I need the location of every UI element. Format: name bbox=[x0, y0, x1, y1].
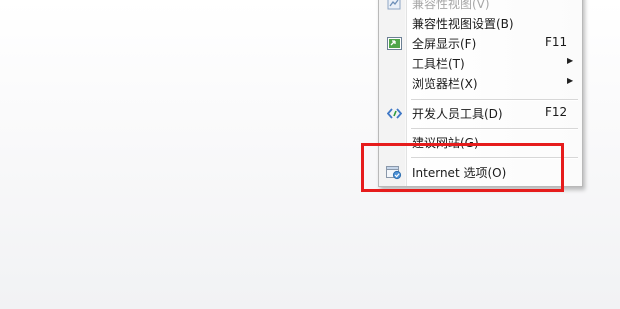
menu-separator bbox=[411, 128, 578, 130]
menu-separator bbox=[411, 99, 578, 101]
submenu-arrow-icon: ▶ bbox=[567, 76, 574, 85]
menu-item-explorer-bars[interactable]: 浏览器栏(X) ▶ bbox=[379, 73, 582, 93]
menu-item-label: 全屏显示(F) bbox=[412, 37, 477, 51]
menu-item-compatibility-view[interactable]: 兼容性视图(V) bbox=[379, 0, 582, 13]
menu-item-shortcut: F12 bbox=[545, 105, 568, 119]
menu-item-label: 兼容性视图设置(B) bbox=[412, 17, 514, 31]
menu-item-shortcut: F11 bbox=[545, 35, 568, 49]
menu-item-developer-tools[interactable]: 开发人员工具(D) F12 bbox=[379, 103, 582, 123]
menu-item-compatibility-view-settings[interactable]: 兼容性视图设置(B) bbox=[379, 13, 582, 33]
developer-tools-icon bbox=[386, 106, 402, 120]
menu-item-label: 浏览器栏(X) bbox=[412, 77, 478, 91]
menu-item-label: 工具栏(T) bbox=[412, 57, 465, 71]
menu-item-label: 兼容性视图(V) bbox=[412, 0, 490, 11]
red-highlight-box bbox=[361, 143, 564, 192]
fullscreen-icon bbox=[386, 36, 402, 50]
menu-item-full-screen[interactable]: 全屏显示(F) F11 bbox=[379, 33, 582, 53]
compatibility-view-icon bbox=[386, 0, 402, 10]
submenu-arrow-icon: ▶ bbox=[567, 56, 574, 65]
menu-item-label: 开发人员工具(D) bbox=[412, 107, 503, 121]
menu-item-toolbars[interactable]: 工具栏(T) ▶ bbox=[379, 53, 582, 73]
